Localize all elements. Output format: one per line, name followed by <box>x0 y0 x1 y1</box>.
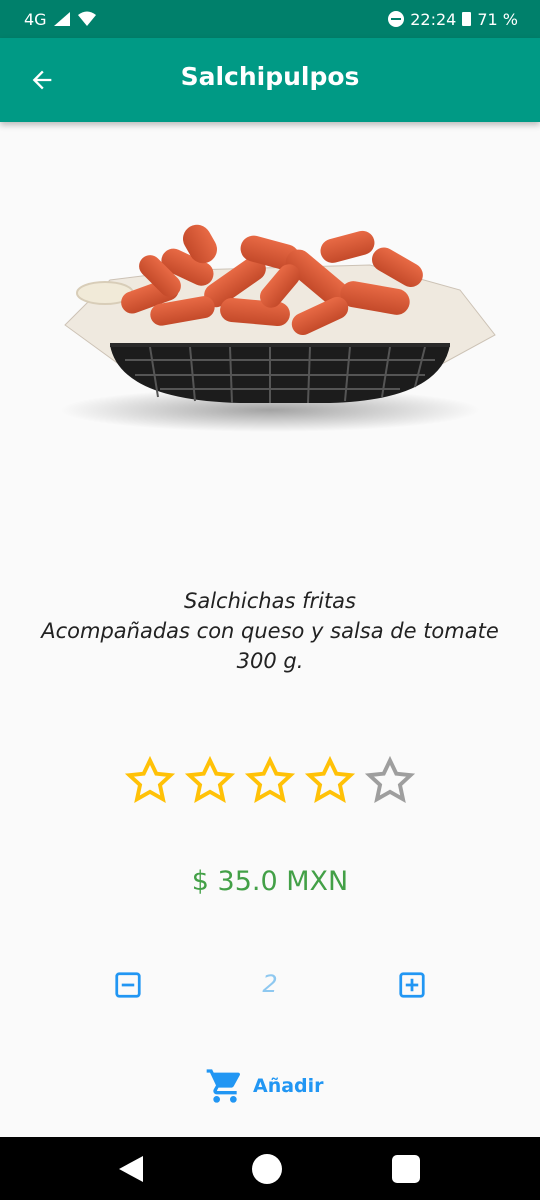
status-bar: 4G 22:24 71 % <box>0 0 540 38</box>
add-to-cart-button[interactable]: Añadir <box>205 1062 340 1110</box>
status-right: 22:24 71 % <box>388 10 518 29</box>
page-title: Salchipulpos <box>180 62 360 91</box>
system-nav-bar <box>0 1137 540 1200</box>
product-image <box>60 224 496 432</box>
clock: 22:24 <box>410 9 457 29</box>
product-description: Salchichas fritas Acompañadas con queso … <box>0 586 540 676</box>
description-line: 300 g. <box>236 649 304 673</box>
app-bar: Salchipulpos <box>0 38 540 122</box>
quantity-stepper: 2 <box>0 964 540 1006</box>
nav-recents-icon[interactable] <box>392 1155 420 1183</box>
nav-back-icon[interactable] <box>115 1153 147 1185</box>
battery-level: 71 % <box>477 9 518 29</box>
battery-icon <box>462 12 472 26</box>
description-line: Salchichas fritas <box>184 589 356 613</box>
shopping-cart-icon <box>206 1069 241 1103</box>
product-price: $ 35.0 MXN <box>191 866 349 897</box>
do-not-disturb-icon <box>388 11 405 27</box>
increment-button[interactable] <box>397 970 427 1000</box>
nav-home-icon[interactable] <box>252 1154 282 1184</box>
star-rating[interactable] <box>0 755 540 807</box>
star-filled-icon[interactable] <box>304 755 356 807</box>
star-filled-icon[interactable] <box>184 755 236 807</box>
star-empty-icon[interactable] <box>364 755 416 807</box>
star-filled-icon[interactable] <box>244 755 296 807</box>
add-button-label: Añadir <box>253 1075 324 1097</box>
star-filled-icon[interactable] <box>124 755 176 807</box>
description-line: Acompañadas con queso y salsa de tomate <box>41 619 499 643</box>
wifi-icon <box>77 11 96 26</box>
quantity-value: 2 <box>262 970 278 998</box>
signal-icon <box>53 12 70 26</box>
status-left: 4G <box>24 10 97 29</box>
network-type: 4G <box>24 9 47 29</box>
